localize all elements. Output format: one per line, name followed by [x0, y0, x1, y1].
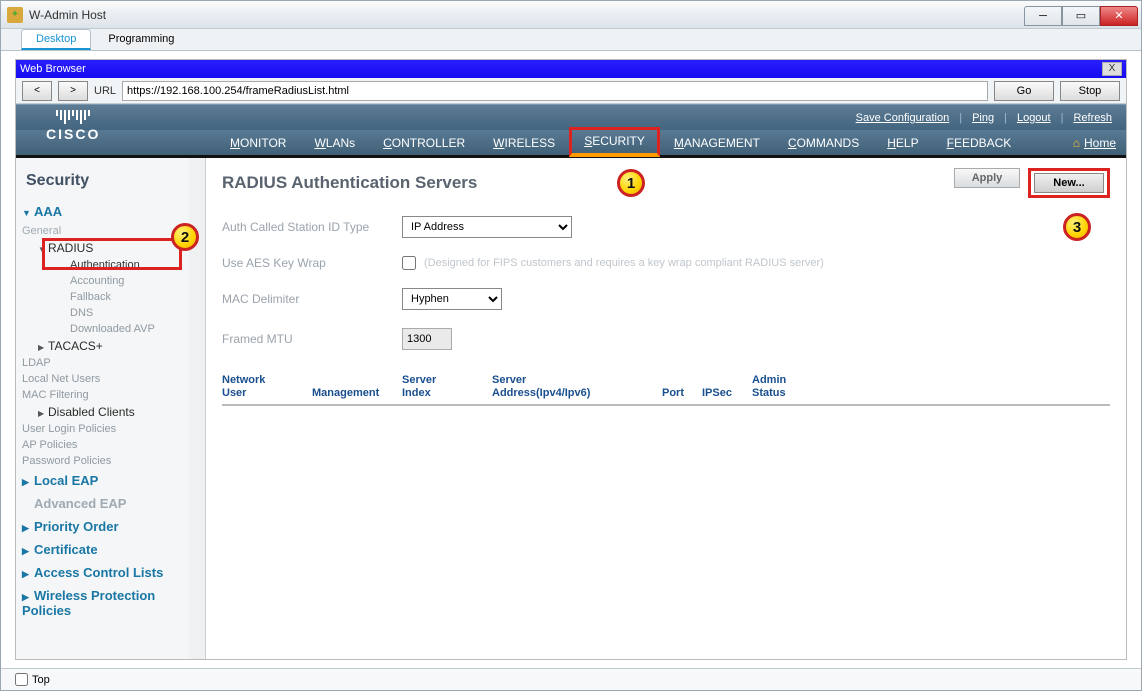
col-admin-status: AdminStatus: [752, 374, 812, 400]
browser-subwindow: Web Browser X < > URL Go Stop Save Confi…: [15, 59, 1127, 660]
checkbox-aes[interactable]: [402, 256, 416, 270]
sidebar-localnetusers[interactable]: Local Net Users: [22, 371, 205, 387]
sidebar-macfilter[interactable]: MAC Filtering: [22, 387, 205, 403]
tab-programming[interactable]: Programming: [93, 29, 189, 50]
logout-link[interactable]: Logout: [1017, 112, 1051, 124]
col-port: Port: [662, 374, 702, 400]
cisco-logo: CISCO: [46, 110, 100, 142]
sidebar-certificate[interactable]: ▶Certificate: [22, 538, 205, 561]
nav-wireless[interactable]: WIRELESS: [479, 130, 569, 155]
go-button[interactable]: Go: [994, 81, 1054, 101]
label-mtu: Framed MTU: [222, 332, 402, 346]
sidebar-appolicies[interactable]: AP Policies: [22, 437, 205, 453]
callout-3: 3: [1063, 213, 1091, 241]
sidebar-localeap[interactable]: ▶Local EAP: [22, 469, 205, 492]
browser-titlebar: Web Browser X: [16, 60, 1126, 78]
address-bar: < > URL Go Stop: [16, 78, 1126, 104]
col-server-index: ServerIndex: [402, 374, 492, 400]
sidebar-userlogin[interactable]: User Login Policies: [22, 421, 205, 437]
footer: Top: [1, 668, 1141, 690]
label-mac: MAC Delimiter: [222, 292, 402, 306]
sidebar-aaa[interactable]: ▼AAA: [22, 200, 205, 223]
back-button[interactable]: <: [22, 81, 52, 101]
window-title: ✦ W-Admin Host: [7, 7, 106, 23]
app-window: ✦ W-Admin Host ─ ▭ ✕ Desktop Programming…: [0, 0, 1142, 691]
col-server-address: ServerAddress(Ipv4/Ipv6): [492, 374, 662, 400]
callout-2: 2: [171, 223, 199, 251]
nav-monitor[interactable]: MONITOR: [216, 130, 300, 155]
sidebar-tacacs[interactable]: ▶TACACS+: [22, 337, 205, 355]
window-title-text: W-Admin Host: [29, 8, 106, 22]
nav-management[interactable]: MANAGEMENT: [660, 130, 774, 155]
window-buttons: ─ ▭ ✕: [1024, 4, 1141, 26]
label-top: Top: [32, 674, 50, 686]
content-header: RADIUS Authentication Servers Apply New.…: [222, 168, 1110, 198]
label-station-id: Auth Called Station ID Type: [222, 220, 402, 234]
apply-button[interactable]: Apply: [954, 168, 1020, 188]
title-bar: ✦ W-Admin Host ─ ▭ ✕: [1, 1, 1141, 29]
row-mtu: Framed MTU: [222, 328, 1110, 350]
app-tab-bar: Desktop Programming: [1, 29, 1141, 51]
stop-button[interactable]: Stop: [1060, 81, 1120, 101]
forward-button[interactable]: >: [58, 81, 88, 101]
highlight-box-3: New...: [1028, 168, 1110, 198]
minimize-button[interactable]: ─: [1024, 6, 1062, 26]
sidebar-advancedeap[interactable]: Advanced EAP: [22, 492, 205, 515]
select-mac[interactable]: Hyphen: [402, 288, 502, 310]
input-mtu[interactable]: [402, 328, 452, 350]
sidebar-title: Security: [22, 164, 205, 200]
sidebar-wpp[interactable]: ▶Wireless Protection Policies: [22, 584, 205, 622]
tab-desktop[interactable]: Desktop: [21, 29, 91, 50]
sidebar-radius-acct[interactable]: Accounting: [22, 273, 205, 289]
col-network-user: NetworkUser: [222, 374, 312, 400]
url-label: URL: [94, 85, 116, 97]
maximize-button[interactable]: ▭: [1062, 6, 1100, 26]
sidebar-priority[interactable]: ▶Priority Order: [22, 515, 205, 538]
cisco-app: Save Configuration | Ping | Logout | Ref…: [16, 104, 1126, 659]
select-station-id[interactable]: IP Address: [402, 216, 572, 238]
row-aes: Use AES Key Wrap (Designed for FIPS cust…: [222, 256, 1110, 270]
content-area: RADIUS Authentication Servers Apply New.…: [206, 158, 1126, 659]
col-management: Management: [312, 374, 402, 400]
label-aes: Use AES Key Wrap: [222, 256, 402, 270]
nav-feedback[interactable]: FEEDBACK: [933, 130, 1026, 155]
sidebar-ldap[interactable]: LDAP: [22, 355, 205, 371]
close-button[interactable]: ✕: [1100, 6, 1138, 26]
sidebar-pwpolicies[interactable]: Password Policies: [22, 453, 205, 469]
row-station-id: Auth Called Station ID Type IP Address: [222, 216, 1110, 238]
browser-title-text: Web Browser: [20, 63, 86, 75]
page-title: RADIUS Authentication Servers: [222, 173, 477, 193]
new-button[interactable]: New...: [1034, 173, 1104, 193]
nav-commands[interactable]: COMMANDS: [774, 130, 873, 155]
sidebar-radius-dns[interactable]: DNS: [22, 305, 205, 321]
checkbox-top[interactable]: [15, 673, 28, 686]
nav-help[interactable]: HELP: [873, 130, 932, 155]
highlight-box-2: [42, 238, 182, 270]
browser-close-button[interactable]: X: [1102, 62, 1122, 76]
url-input[interactable]: [122, 81, 988, 101]
col-ipsec: IPSec: [702, 374, 752, 400]
row-mac: MAC Delimiter Hyphen: [222, 288, 1110, 310]
app-icon: ✦: [7, 7, 23, 23]
sidebar-radius-fallback[interactable]: Fallback: [22, 289, 205, 305]
action-buttons: Apply New...: [954, 168, 1110, 198]
callout-1: 1: [617, 169, 645, 197]
ping-link[interactable]: Ping: [972, 112, 994, 124]
save-config-link[interactable]: Save Configuration: [856, 112, 950, 124]
sidebar-acl[interactable]: ▶Access Control Lists: [22, 561, 205, 584]
nav-controller[interactable]: CONTROLLER: [369, 130, 479, 155]
main-nav: CISCO MONITOR WLANs CONTROLLER WIRELESS …: [16, 130, 1126, 158]
sidebar-radius-dlavp[interactable]: Downloaded AVP: [22, 321, 205, 337]
note-aes: (Designed for FIPS customers and require…: [424, 257, 824, 269]
nav-security[interactable]: SECURITY: [569, 127, 660, 157]
home-icon: ⌂: [1073, 136, 1080, 150]
cisco-logo-text: CISCO: [46, 126, 100, 142]
table-header: NetworkUser Management ServerIndex Serve…: [222, 374, 1110, 406]
sidebar-disabled[interactable]: ▶Disabled Clients: [22, 403, 205, 421]
nav-wlans[interactable]: WLANs: [300, 130, 369, 155]
nav-home[interactable]: ⌂Home: [1073, 136, 1116, 150]
refresh-link[interactable]: Refresh: [1073, 112, 1112, 124]
